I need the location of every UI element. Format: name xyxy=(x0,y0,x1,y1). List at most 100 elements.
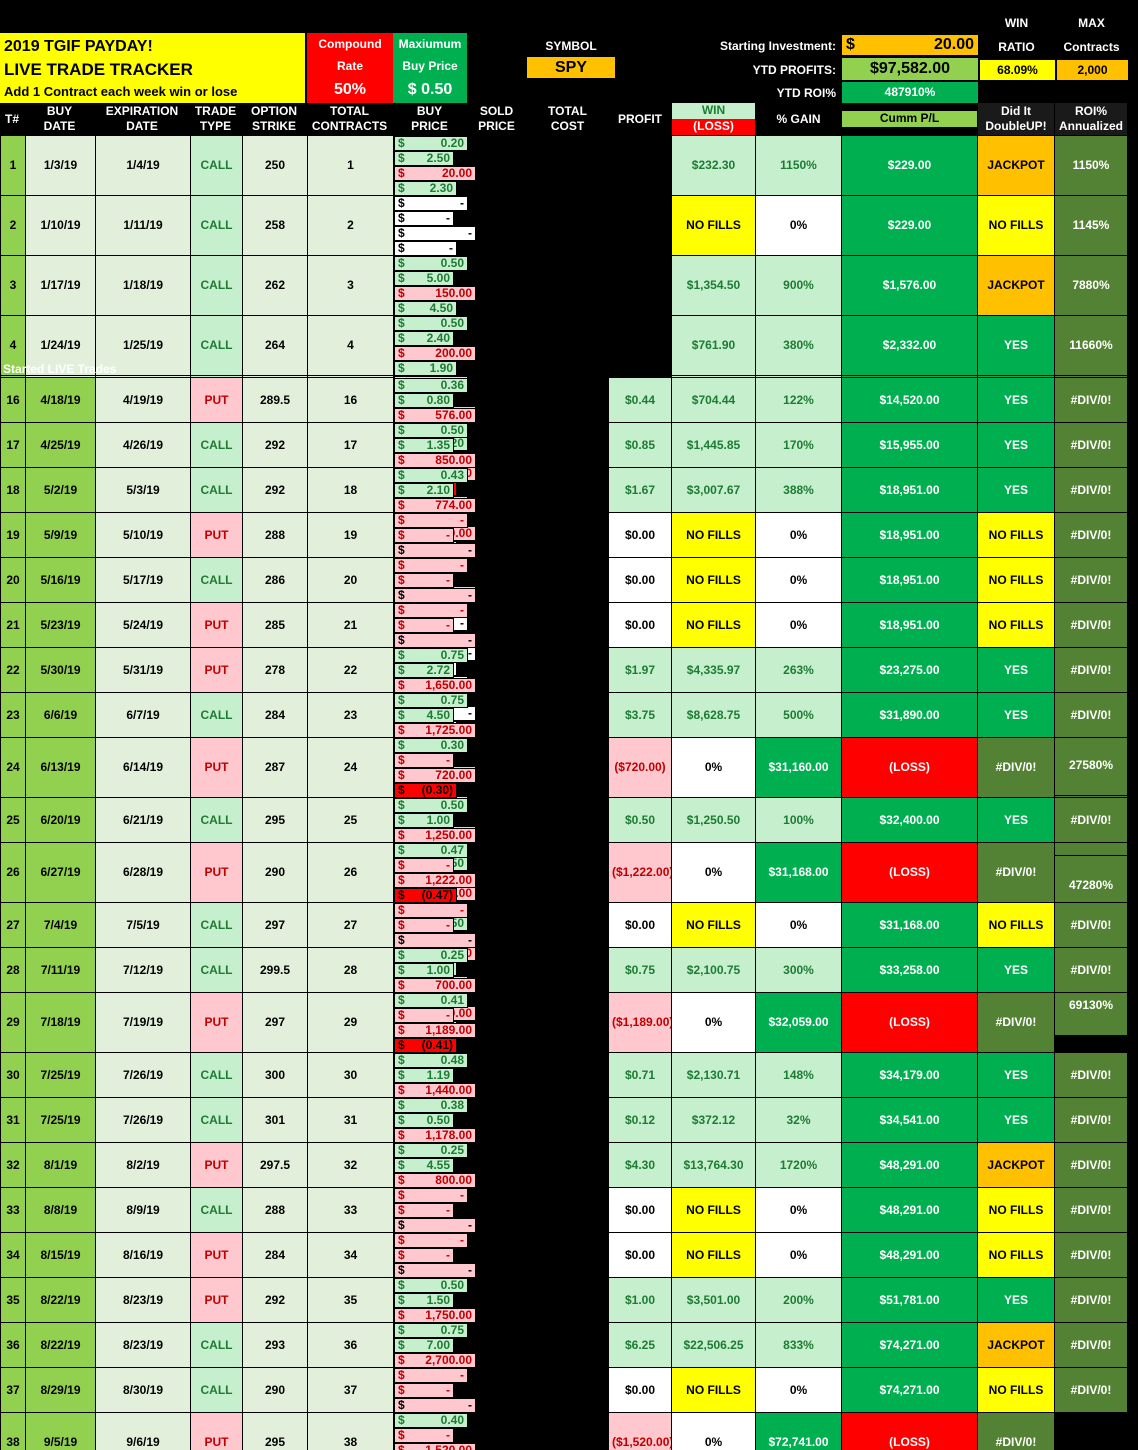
total-cost[interactable]: $- xyxy=(394,933,476,948)
sold-price[interactable]: $- xyxy=(394,528,454,543)
cumm-pl[interactable]: $23,275.00 xyxy=(842,648,978,693)
buy-date[interactable]: 1/17/19 xyxy=(26,256,96,316)
percent-gain[interactable]: 0% xyxy=(672,1413,756,1450)
roi-annualized[interactable]: #DIV/0! xyxy=(1055,1323,1128,1368)
option-strike[interactable]: 284 xyxy=(243,1233,308,1278)
cumm-pl[interactable]: $74,271.00 xyxy=(842,1323,978,1368)
cumm-pl[interactable]: $72,741.00 xyxy=(756,1413,842,1450)
option-strike[interactable]: 290 xyxy=(243,843,308,903)
buy-price[interactable]: $- xyxy=(394,1233,468,1248)
expiration-date[interactable]: 8/23/19 xyxy=(96,1278,191,1323)
win-loss[interactable]: ($1,189.00) xyxy=(609,993,672,1053)
sold-price[interactable]: $- xyxy=(394,1008,454,1023)
trade-number[interactable]: 22 xyxy=(1,648,26,693)
buy-date[interactable]: 6/6/19 xyxy=(26,693,96,738)
profit[interactable]: $1.67 xyxy=(609,468,672,513)
buy-date[interactable]: 6/20/19 xyxy=(26,798,96,843)
roi-annualized[interactable]: #DIV/0! xyxy=(1055,423,1128,468)
roi-annualized[interactable]: #DIV/0! xyxy=(1055,1053,1128,1098)
profit[interactable]: $2.30 xyxy=(394,181,457,196)
trade-type[interactable]: CALL xyxy=(191,693,243,738)
cumm-pl[interactable]: $48,291.00 xyxy=(842,1143,978,1188)
trade-number[interactable]: 25 xyxy=(1,798,26,843)
roi-annualized[interactable]: #DIV/0! xyxy=(1055,513,1128,558)
profit[interactable]: $0.00 xyxy=(609,558,672,603)
buy-date[interactable]: 8/1/19 xyxy=(26,1143,96,1188)
percent-gain[interactable]: 0% xyxy=(672,738,756,798)
win-loss[interactable]: NO FILLS xyxy=(672,903,756,948)
total-contracts[interactable]: 25 xyxy=(308,798,394,843)
cumm-pl[interactable]: $34,541.00 xyxy=(842,1098,978,1143)
buy-price[interactable]: $- xyxy=(394,1188,468,1203)
trade-type[interactable]: PUT xyxy=(191,1413,243,1450)
trade-number[interactable]: 28 xyxy=(1,948,26,993)
profit[interactable]: $- xyxy=(394,241,457,256)
roi-annualized[interactable]: #DIV/0! xyxy=(1055,1098,1128,1143)
option-strike[interactable]: 258 xyxy=(243,196,308,256)
roi-annualized[interactable]: #DIV/0! xyxy=(1055,558,1128,603)
double-up-status[interactable]: NO FILLS xyxy=(978,603,1055,648)
buy-price[interactable]: $0.41 xyxy=(394,993,468,1008)
cumm-pl[interactable]: $74,271.00 xyxy=(842,1368,978,1413)
double-up-status[interactable]: NO FILLS xyxy=(978,196,1055,256)
profit[interactable]: $0.00 xyxy=(609,603,672,648)
sold-price[interactable]: $- xyxy=(394,753,454,768)
buy-price[interactable]: $0.48 xyxy=(394,1053,468,1068)
cumm-pl[interactable]: $32,400.00 xyxy=(842,798,978,843)
sold-price[interactable]: $1.35 xyxy=(394,438,454,453)
double-up-status[interactable]: YES xyxy=(978,798,1055,843)
option-strike[interactable]: 289.5 xyxy=(243,378,308,423)
buy-price[interactable]: $- xyxy=(394,603,468,618)
total-contracts[interactable]: 3 xyxy=(308,256,394,316)
win-loss[interactable]: $1,250.50 xyxy=(672,798,756,843)
trade-number[interactable]: 31 xyxy=(1,1098,26,1143)
option-strike[interactable]: 292 xyxy=(243,423,308,468)
win-loss[interactable]: $3,501.00 xyxy=(672,1278,756,1323)
cumm-pl[interactable]: $229.00 xyxy=(842,196,978,256)
buy-price[interactable]: $0.75 xyxy=(394,693,468,708)
roi-annualized[interactable]: #DIV/0! xyxy=(978,738,1055,798)
total-cost[interactable]: $720.00 xyxy=(394,768,476,783)
percent-gain[interactable]: 0% xyxy=(672,843,756,903)
percent-gain[interactable]: 0% xyxy=(756,1368,842,1413)
sold-price[interactable]: $2.50 xyxy=(394,151,454,166)
trade-number[interactable]: 36 xyxy=(1,1323,26,1368)
roi-annualized[interactable]: #DIV/0! xyxy=(978,1413,1055,1450)
double-up-status[interactable]: (LOSS) xyxy=(842,738,978,798)
cumm-pl[interactable]: $31,160.00 xyxy=(756,738,842,798)
option-strike[interactable]: 288 xyxy=(243,513,308,558)
trade-number[interactable]: 37 xyxy=(1,1368,26,1413)
expiration-date[interactable]: 5/24/19 xyxy=(96,603,191,648)
roi-annualized[interactable]: #DIV/0! xyxy=(1055,1143,1128,1188)
total-cost[interactable]: $- xyxy=(394,543,476,558)
buy-price[interactable]: $0.30 xyxy=(394,738,468,753)
double-up-status[interactable]: YES xyxy=(978,1053,1055,1098)
total-contracts[interactable]: 26 xyxy=(308,843,394,903)
total-contracts[interactable]: 36 xyxy=(308,1323,394,1368)
trade-type[interactable]: PUT xyxy=(191,1278,243,1323)
buy-date[interactable]: 7/25/19 xyxy=(26,1098,96,1143)
percent-gain[interactable]: 100% xyxy=(756,798,842,843)
percent-gain[interactable]: 1150% xyxy=(756,136,842,196)
buy-price[interactable]: $0.50 xyxy=(394,316,468,331)
option-strike[interactable]: 297.5 xyxy=(243,1143,308,1188)
buy-price[interactable]: $0.75 xyxy=(394,1323,468,1338)
win-loss[interactable]: NO FILLS xyxy=(672,1368,756,1413)
buy-date[interactable]: 8/8/19 xyxy=(26,1188,96,1233)
double-up-status[interactable]: YES xyxy=(978,1098,1055,1143)
trade-type[interactable]: CALL xyxy=(191,468,243,513)
expiration-date[interactable]: 9/6/19 xyxy=(96,1413,191,1450)
double-up-status[interactable]: (LOSS) xyxy=(842,843,978,903)
cumm-pl[interactable]: $31,168.00 xyxy=(756,843,842,903)
buy-date[interactable]: 9/5/19 xyxy=(26,1413,96,1450)
win-loss[interactable]: $3,007.67 xyxy=(672,468,756,513)
roi-annualized[interactable]: #DIV/0! xyxy=(1055,603,1128,648)
buy-price[interactable]: $0.20 xyxy=(394,136,468,151)
roi-annualized[interactable]: 1145% xyxy=(1055,196,1128,256)
profit[interactable]: $4.50 xyxy=(394,301,457,316)
buy-price[interactable]: $0.50 xyxy=(394,423,468,438)
double-up-status[interactable]: (LOSS) xyxy=(842,993,978,1053)
percent-gain[interactable]: 1720% xyxy=(756,1143,842,1188)
percent-gain[interactable]: 388% xyxy=(756,468,842,513)
sold-price[interactable]: $7.00 xyxy=(394,1338,454,1353)
